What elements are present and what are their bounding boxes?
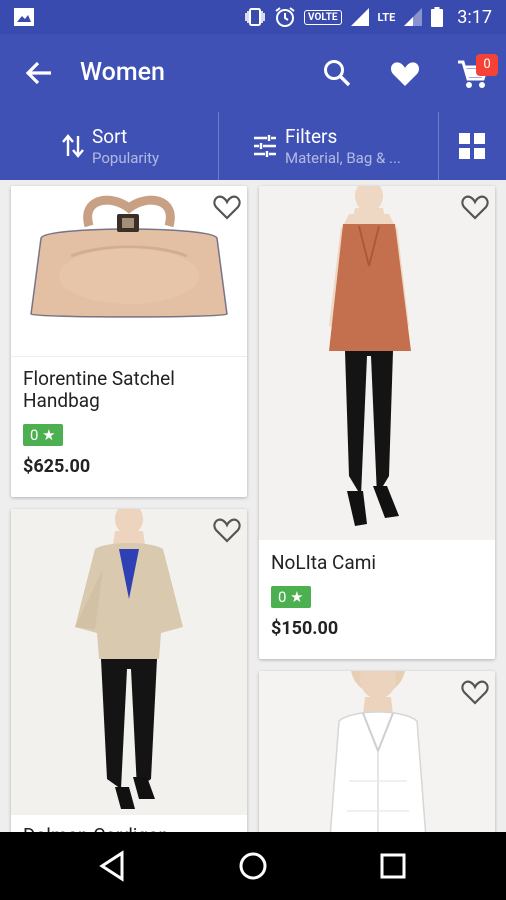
- battery-icon: [431, 7, 444, 27]
- app-bar: Women 0: [0, 34, 506, 112]
- product-card[interactable]: Florentine Satchel Handbag 0 ★ $625.00: [11, 186, 247, 497]
- product-name: NoLIta Cami: [271, 551, 377, 574]
- divider: [11, 356, 247, 357]
- arrow-back-icon[interactable]: [24, 59, 54, 87]
- page-title: Women: [80, 58, 165, 87]
- nav-recents-icon[interactable]: [379, 852, 407, 880]
- heart-outline-icon[interactable]: [461, 194, 489, 220]
- product-card[interactable]: Dolman Cardigan: [11, 509, 247, 849]
- rating-badge: 0 ★: [271, 586, 311, 608]
- product-image: [11, 509, 247, 815]
- heart-outline-icon[interactable]: [461, 679, 489, 705]
- filters-label: Filters: [285, 125, 338, 148]
- clock: 3:17: [457, 6, 492, 28]
- sort-label: Sort: [92, 125, 128, 148]
- product-card[interactable]: [259, 671, 495, 851]
- filters-value: Material, Bag & ...: [285, 149, 401, 167]
- vibrate-icon: [245, 8, 265, 26]
- view-toggle-button[interactable]: [439, 112, 506, 180]
- nav-home-icon[interactable]: [238, 851, 268, 881]
- volte-badge: VOLTE: [304, 9, 342, 25]
- alarm-icon: [275, 7, 295, 27]
- product-image: [259, 186, 495, 540]
- heart-outline-icon[interactable]: [213, 517, 241, 543]
- search-icon[interactable]: [322, 58, 352, 88]
- filters-button[interactable]: Filters Material, Bag & ...: [219, 112, 438, 180]
- heart-outline-icon[interactable]: [213, 194, 241, 220]
- lte-label: LTE: [377, 10, 396, 24]
- product-price: $625.00: [23, 456, 91, 477]
- product-card[interactable]: NoLIta Cami 0 ★ $150.00: [259, 186, 495, 659]
- cart-count-badge: 0: [476, 54, 498, 76]
- product-price: $150.00: [271, 618, 339, 639]
- heart-icon[interactable]: [390, 60, 420, 88]
- grid-view-icon: [459, 133, 485, 159]
- rating-badge: 0 ★: [23, 424, 63, 446]
- sort-filter-bar: Sort Popularity Filters Material, Bag & …: [0, 112, 506, 180]
- product-image: [259, 671, 495, 851]
- tune-icon: [254, 135, 276, 157]
- sort-button[interactable]: Sort Popularity: [0, 112, 218, 180]
- status-bar: VOLTE LTE 3:17: [0, 0, 506, 34]
- product-name: Florentine Satchel Handbag: [23, 367, 175, 412]
- gallery-icon: [14, 8, 34, 26]
- product-image: [11, 186, 247, 356]
- sort-arrows-icon: [62, 134, 84, 158]
- nav-back-icon[interactable]: [98, 850, 128, 882]
- sort-value: Popularity: [92, 149, 160, 167]
- system-nav-bar: [0, 832, 506, 900]
- signal-icon: [350, 8, 369, 26]
- signal-weak-icon: [404, 8, 423, 26]
